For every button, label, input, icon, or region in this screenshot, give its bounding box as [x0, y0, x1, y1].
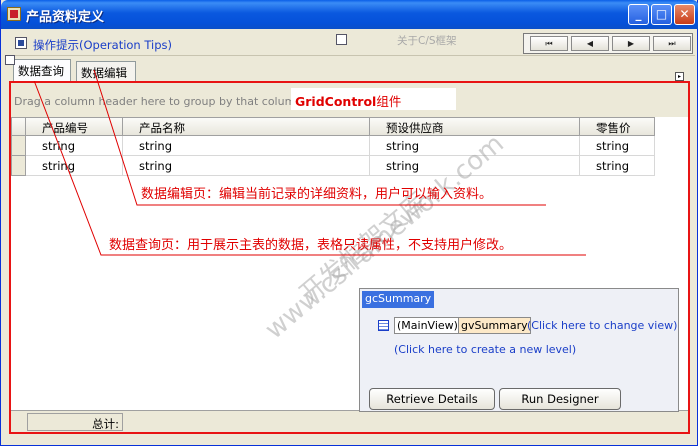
toolbar-icon	[336, 34, 347, 45]
summary-footer: 总计:	[11, 410, 688, 432]
change-view-link[interactable]: (Click here to change view)	[527, 319, 677, 332]
edit-page-annotation: 数据编辑页：编辑当前记录的详细资料，用户可以输入资料。	[141, 187, 493, 202]
close-button[interactable]: ✕	[674, 4, 695, 25]
column-header-supplier[interactable]: 预设供应商	[370, 117, 580, 136]
table-cell[interactable]: string	[123, 136, 370, 156]
total-cell: 总计:	[27, 413, 123, 431]
table-cell[interactable]: string	[123, 156, 370, 176]
first-record-button[interactable]: ⏮	[530, 36, 568, 51]
total-label: 总计:	[92, 417, 119, 431]
table-cell[interactable]: string	[580, 156, 655, 176]
tab-data-query[interactable]: 数据查询	[13, 59, 71, 81]
record-navigator: ⏮ ◀ ▶ ⏭	[523, 33, 693, 54]
column-header-product-code[interactable]: 产品编号	[26, 117, 123, 136]
tab-data-edit[interactable]: 数据编辑	[76, 61, 136, 81]
next-record-button[interactable]: ▶	[612, 36, 650, 51]
app-icon	[7, 7, 21, 21]
designer-panel: gcSummary (MainView) gvSummary (Click he…	[359, 288, 679, 412]
maximize-button[interactable]: □	[651, 4, 672, 25]
query-page-annotation: 数据查询页：用于展示主表的数据，表格只读属性，不支持用户修改。	[109, 238, 513, 253]
create-level-link[interactable]: (Click here to create a new level)	[394, 343, 576, 356]
table-cell[interactable]: string	[580, 136, 655, 156]
designer-title: gcSummary	[362, 291, 435, 308]
title-bar[interactable]: 产品资料定义 _ □ ✕	[1, 0, 698, 29]
main-window: 产品资料定义 _ □ ✕ 操作提示(Operation Tips) 关于C/S框…	[0, 0, 698, 446]
grid-view-icon	[378, 320, 389, 331]
tips-icon	[15, 37, 27, 49]
main-view-label: (MainView)	[394, 317, 461, 334]
row-indicator[interactable]	[11, 136, 26, 156]
grid-header: 产品编号 产品名称 预设供应商 零售价	[11, 117, 655, 136]
row-indicator[interactable]	[11, 156, 26, 176]
gridcontrol-label-box: GridControl组件	[291, 88, 456, 110]
window-title: 产品资料定义	[26, 10, 105, 25]
about-framework-link[interactable]: 关于C/S框架	[397, 33, 457, 48]
table-cell[interactable]: string	[26, 136, 123, 156]
gridcontrol-label: GridControl组件	[295, 94, 402, 109]
view-name-label[interactable]: gvSummary	[458, 317, 531, 334]
table-row[interactable]: string string string string	[11, 136, 655, 156]
table-cell[interactable]: string	[26, 156, 123, 176]
group-hint: Drag a column header here to group by th…	[14, 95, 303, 108]
tab-scroll-icon[interactable]: ▸	[675, 72, 684, 81]
header-indicator	[11, 117, 26, 136]
operation-tips-link[interactable]: 操作提示(Operation Tips)	[33, 37, 172, 53]
previous-record-button[interactable]: ◀	[571, 36, 609, 51]
last-record-button[interactable]: ⏭	[653, 36, 691, 51]
tab-control-icon	[5, 55, 15, 65]
group-panel[interactable]: Drag a column header here to group by th…	[11, 83, 688, 117]
column-header-product-name[interactable]: 产品名称	[123, 117, 370, 136]
column-header-retail-price[interactable]: 零售价	[580, 117, 655, 136]
run-designer-button[interactable]: Run Designer	[499, 388, 621, 410]
minimize-button[interactable]: _	[628, 4, 649, 25]
toolbar: 操作提示(Operation Tips) 关于C/S框架 ⏮ ◀ ▶ ⏭	[5, 30, 695, 56]
table-row[interactable]: string string string string	[11, 156, 655, 176]
retrieve-details-button[interactable]: Retrieve Details	[369, 388, 495, 410]
